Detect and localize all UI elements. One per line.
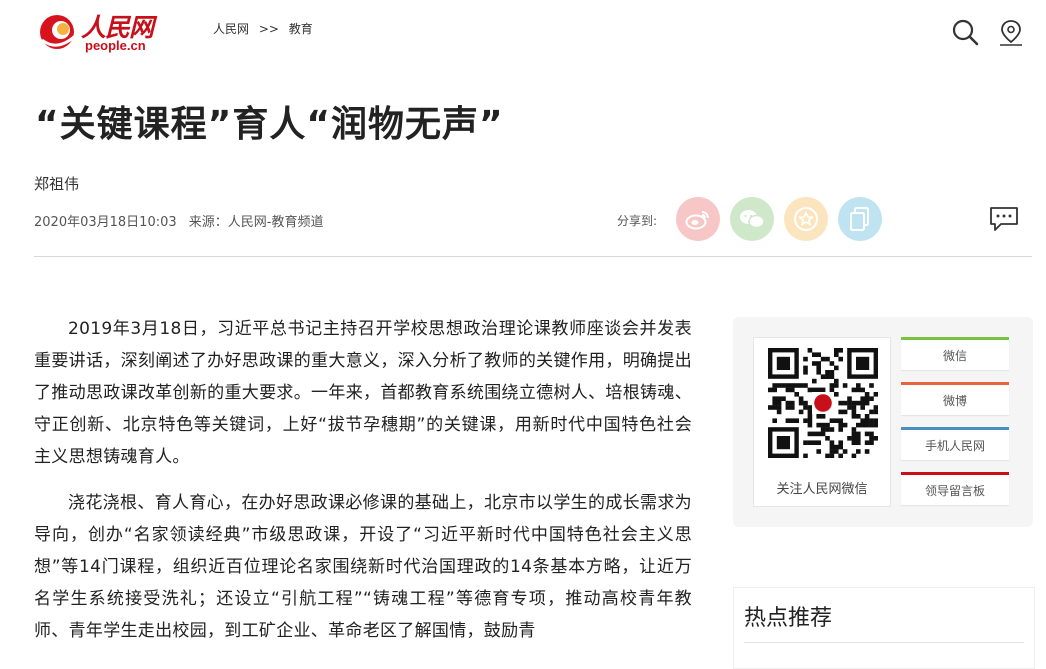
sidebar-link-message-board[interactable]: 领导留言板 — [901, 472, 1009, 505]
breadcrumb-education[interactable]: 教育 — [289, 22, 313, 36]
breadcrumb: 人民网 >> 教育 — [213, 20, 319, 37]
article-body: 2019年3月18日，习近平总书记主持召开学校思想政治理论课教师座谈会并发表重要… — [34, 313, 692, 661]
breadcrumb-home[interactable]: 人民网 — [213, 22, 249, 36]
star-icon — [794, 207, 818, 231]
follow-panel: 关注人民网微信 微信 微博 手机人民网 领导留言板 — [733, 317, 1033, 527]
logo-text-en: people.cn — [85, 38, 146, 53]
location-icon[interactable] — [997, 18, 1025, 46]
qr-label: 关注人民网微信 — [776, 482, 868, 497]
share-label: 分享到: — [617, 214, 658, 228]
article-title: “关键课程”育人“润物无声” — [35, 104, 504, 145]
article-meta: 2020年03月18日10:03 来源：人民网-教育频道 — [34, 211, 331, 230]
breadcrumb-separator: >> — [258, 22, 279, 36]
article-source[interactable]: 来源：人民网-教育频道 — [189, 215, 324, 230]
hot-recommend-title: 热点推荐 — [744, 606, 833, 631]
article-datetime: 2020年03月18日10:03 — [34, 215, 177, 230]
sidebar-link-wechat[interactable]: 微信 — [901, 337, 1009, 370]
search-icon[interactable] — [951, 18, 979, 46]
share-weibo-button[interactable] — [676, 197, 720, 241]
article-paragraph: 浇花浇根、育人育心，在办好思政课必修课的基础上，北京市以学生的成长需求为导向，创… — [34, 493, 692, 641]
share-favorite-button[interactable] — [784, 197, 828, 241]
qr-code-icon — [768, 348, 878, 458]
qr-card: 关注人民网微信 — [753, 337, 891, 507]
wechat-icon — [740, 210, 765, 229]
sidebar-link-mobile[interactable]: 手机人民网 — [901, 427, 1009, 460]
share-wechat-button[interactable] — [730, 197, 774, 241]
sidebar-link-weibo[interactable]: 微博 — [901, 382, 1009, 415]
article-paragraph: 2019年3月18日，习近平总书记主持召开学校思想政治理论课教师座谈会并发表重要… — [34, 319, 692, 467]
comment-icon[interactable] — [989, 205, 1019, 233]
people-logo-icon — [40, 15, 76, 49]
site-logo[interactable]: 人民网 people.cn — [37, 8, 157, 53]
copy-icon — [850, 207, 869, 231]
weibo-icon — [685, 211, 709, 230]
hot-divider — [744, 642, 1024, 643]
header-divider — [34, 256, 1032, 257]
article-author: 郑祖伟 — [34, 175, 80, 193]
share-copy-button[interactable] — [838, 197, 882, 241]
